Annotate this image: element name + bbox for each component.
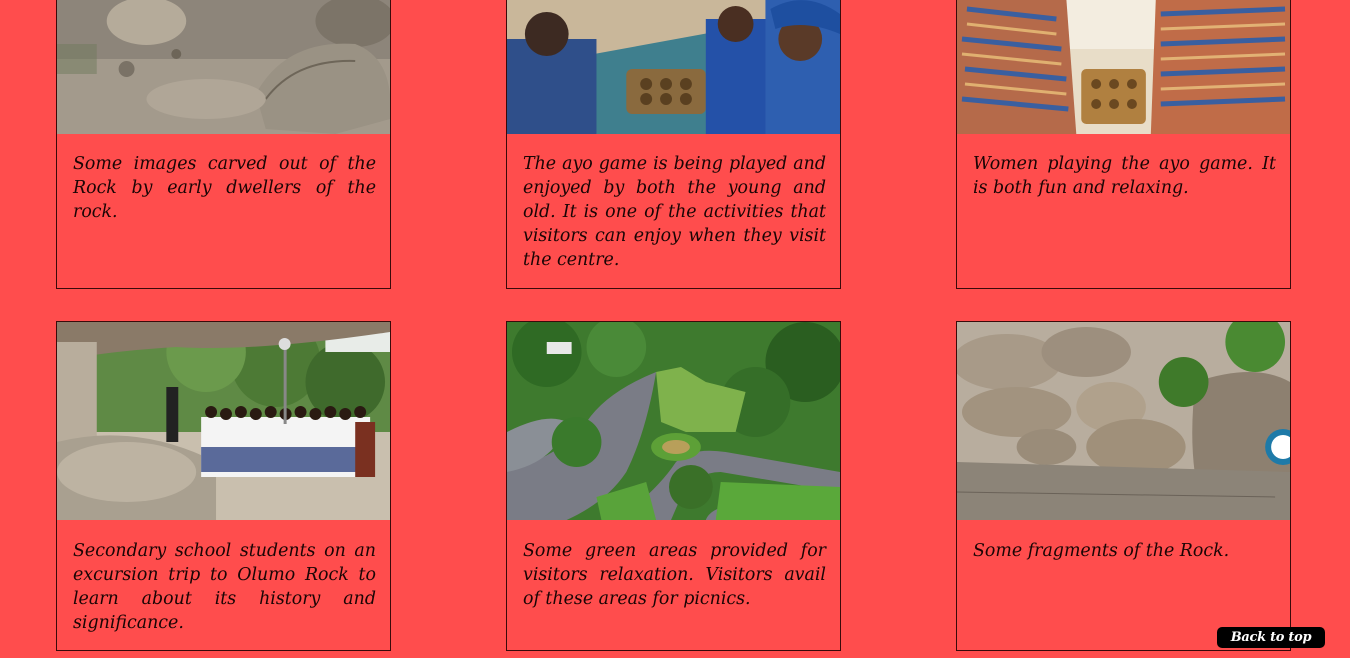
card-caption: Some fragments of the Rock.	[973, 541, 1230, 561]
rock-fragments-photo	[957, 322, 1290, 520]
card-caption: Women playing the ayo game. It is both f…	[973, 154, 1276, 198]
gallery-card: Some fragments of the Rock.	[956, 321, 1291, 651]
card-caption: The ayo game is being played and enjoyed…	[523, 154, 826, 270]
card-caption: Some green areas provided for visitors r…	[523, 541, 826, 609]
school-excursion-photo	[57, 322, 390, 520]
carved-rock-photo	[57, 0, 390, 134]
ayo-game-photo	[507, 0, 840, 134]
women-ayo-photo	[957, 0, 1290, 134]
green-areas-photo	[507, 322, 840, 520]
card-caption: Secondary school students on an excursio…	[73, 541, 376, 633]
back-to-top-button[interactable]: Back to top	[1217, 627, 1325, 648]
gallery-card: Some images carved out of the Rock by ea…	[56, 0, 391, 289]
gallery-card: Women playing the ayo game. It is both f…	[956, 0, 1291, 289]
gallery-card: Secondary school students on an excursio…	[56, 321, 391, 651]
card-caption: Some images carved out of the Rock by ea…	[73, 154, 376, 222]
gallery-card: The ayo game is being played and enjoyed…	[506, 0, 841, 289]
gallery-card: Some green areas provided for visitors r…	[506, 321, 841, 651]
gallery-page: Some images carved out of the Rock by ea…	[0, 0, 1350, 658]
